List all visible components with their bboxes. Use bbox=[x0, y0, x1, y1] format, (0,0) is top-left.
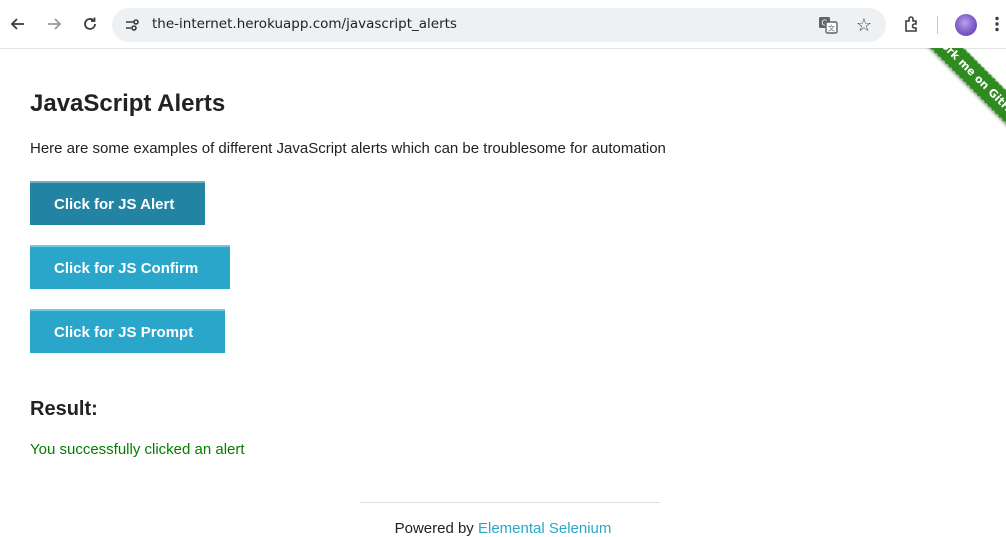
js-confirm-button[interactable]: Click for JS Confirm bbox=[30, 245, 230, 289]
github-ribbon-container: Fork me on GitHub bbox=[856, 48, 1006, 158]
js-prompt-button[interactable]: Click for JS Prompt bbox=[30, 309, 225, 353]
back-icon[interactable] bbox=[6, 12, 30, 36]
footer-prefix: Powered by bbox=[394, 520, 474, 537]
profile-avatar[interactable] bbox=[955, 14, 977, 36]
translate-icon[interactable]: G文 bbox=[817, 14, 839, 36]
page-title: JavaScript Alerts bbox=[30, 90, 226, 117]
elemental-selenium-link[interactable]: Elemental Selenium bbox=[478, 520, 611, 537]
browser-toolbar: the-internet.herokuapp.com/javascript_al… bbox=[0, 0, 1006, 49]
js-alert-button[interactable]: Click for JS Alert bbox=[30, 181, 205, 225]
address-bar[interactable]: the-internet.herokuapp.com/javascript_al… bbox=[112, 8, 886, 42]
toolbar-divider bbox=[937, 16, 938, 34]
result-heading: Result: bbox=[30, 398, 98, 420]
svg-text:文: 文 bbox=[828, 24, 835, 33]
extensions-icon[interactable] bbox=[900, 12, 924, 36]
fork-me-ribbon[interactable]: Fork me on GitHub bbox=[910, 48, 1006, 149]
kebab-menu-icon[interactable] bbox=[990, 12, 1004, 36]
site-info-icon[interactable] bbox=[120, 13, 144, 37]
url-text[interactable]: the-internet.herokuapp.com/javascript_al… bbox=[152, 16, 457, 32]
result-text: You successfully clicked an alert bbox=[30, 441, 245, 458]
intro-text: Here are some examples of different Java… bbox=[30, 140, 666, 157]
footer-divider bbox=[360, 502, 660, 503]
forward-icon[interactable] bbox=[42, 12, 66, 36]
footer: Powered by Elemental Selenium bbox=[0, 520, 1006, 537]
bookmark-star-icon[interactable]: ☆ bbox=[852, 13, 876, 37]
reload-icon[interactable] bbox=[78, 12, 102, 36]
